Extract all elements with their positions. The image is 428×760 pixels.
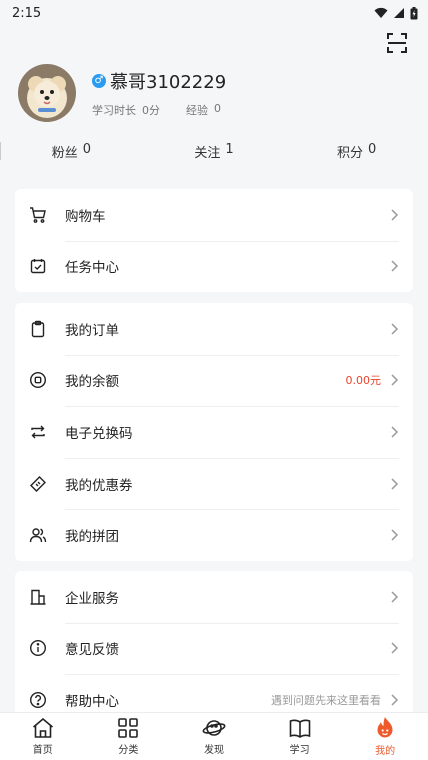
stats-bar: 粉丝 0 关注 1 积分 0 [0, 138, 428, 164]
exp-label: 经验 [186, 104, 208, 117]
scan-icon [387, 33, 407, 53]
menu-item-label: 意见反馈 [65, 642, 119, 659]
tab-label: 发现 [203, 745, 224, 756]
stat-fans[interactable]: 粉丝 0 [0, 142, 143, 161]
tab-discover[interactable]: 发现 [171, 713, 257, 760]
menu-item-label: 我的优惠券 [65, 477, 133, 494]
home-icon [32, 717, 53, 738]
profile-header[interactable]: ♂ 慕哥3102229 学习时长 0分 经验 0 [18, 64, 226, 122]
menu-item-task-center[interactable]: 任务中心 [15, 240, 413, 293]
menu-item-orders[interactable]: 我的订单 [15, 303, 413, 355]
stat-value: 0 [82, 141, 91, 157]
stat-label: 关注 [194, 145, 221, 161]
menu-item-label: 任务中心 [65, 260, 119, 277]
menu-item-help-center[interactable]: 帮助中心 遇到问题先来这里看看 [15, 674, 413, 712]
scan-button[interactable] [386, 32, 408, 54]
chevron-right-icon [391, 426, 399, 438]
balance-amount: 0.00元 [345, 374, 382, 388]
stat-label: 粉丝 [51, 145, 78, 161]
status-time: 2:15 [12, 5, 42, 21]
status-bar: 2:15 [0, 0, 428, 26]
cart-icon [30, 207, 46, 223]
calendar-check-icon [30, 259, 46, 274]
menu-item-label: 企业服务 [65, 590, 119, 607]
menu-item-redeem-code[interactable]: 电子兑换码 [15, 406, 413, 458]
tab-label: 我的 [375, 746, 396, 757]
menu-card-3: 企业服务 意见反馈 帮助中心 遇到问题先来这里看看 [15, 571, 413, 712]
menu-item-label: 我的拼团 [65, 529, 119, 546]
tab-home[interactable]: 首页 [0, 713, 86, 760]
menu-item-label: 购物车 [65, 208, 106, 225]
stat-value: 1 [225, 141, 234, 157]
chevron-right-icon [391, 478, 399, 490]
tab-study[interactable]: 学习 [257, 713, 343, 760]
menu-item-enterprise[interactable]: 企业服务 [15, 571, 413, 623]
help-hint: 遇到问题先来这里看看 [271, 693, 381, 707]
help-icon [29, 691, 47, 708]
username: 慕哥3102229 [110, 72, 227, 93]
exchange-icon [31, 425, 45, 439]
chevron-right-icon [391, 260, 399, 272]
menu-item-label: 电子兑换码 [65, 425, 133, 442]
stat-label: 积分 [337, 145, 364, 161]
book-icon [289, 719, 310, 738]
wifi-icon [374, 7, 388, 18]
grid-icon [118, 718, 139, 738]
building-icon [30, 589, 46, 605]
tab-label: 首页 [32, 745, 53, 756]
menu-item-balance[interactable]: 我的余额 0.00元 [15, 354, 413, 407]
chevron-right-icon [391, 374, 399, 386]
tab-label: 学习 [289, 745, 310, 756]
coin-icon [29, 372, 47, 389]
menu-item-group-buy[interactable]: 我的拼团 [15, 509, 413, 561]
chevron-right-icon [391, 323, 399, 335]
tab-label: 分类 [118, 745, 139, 756]
chevron-right-icon [391, 209, 399, 221]
tab-mine[interactable]: 我的 [342, 713, 428, 760]
menu-card-2: 我的订单 我的余额 0.00元 电子兑换码 我的优惠券 我的拼团 [15, 303, 413, 561]
avatar[interactable] [18, 64, 76, 122]
study-time-label: 学习时长 [92, 104, 136, 117]
chevron-right-icon [391, 694, 399, 706]
ticket-icon [30, 475, 46, 492]
battery-icon [410, 6, 418, 19]
menu-item-label: 我的余额 [65, 374, 119, 391]
planet-icon [202, 720, 226, 736]
chevron-right-icon [391, 642, 399, 654]
menu-item-coupons[interactable]: 我的优惠券 [15, 457, 413, 510]
bottom-tab-bar: 首页 分类 发现 学习 我的 [0, 712, 428, 760]
chevron-right-icon [391, 591, 399, 603]
info-icon [29, 640, 47, 657]
stat-value: 0 [368, 141, 377, 157]
chevron-right-icon [391, 529, 399, 541]
menu-item-label: 帮助中心 [65, 693, 119, 710]
stat-points[interactable]: 积分 0 [285, 142, 428, 161]
menu-item-feedback[interactable]: 意见反馈 [15, 622, 413, 675]
tab-category[interactable]: 分类 [86, 713, 172, 760]
stats-divider [0, 142, 1, 160]
male-icon: ♂ [92, 74, 106, 88]
status-icons [374, 6, 418, 20]
clipboard-icon [31, 320, 45, 337]
menu-card-1: 购物车 任务中心 [15, 189, 413, 293]
group-icon [29, 528, 47, 543]
flame-icon [377, 717, 393, 738]
study-time-value: 0分 [142, 104, 160, 117]
signal-icon [394, 8, 404, 18]
avatar-dog-image [18, 64, 76, 122]
stat-following[interactable]: 关注 1 [143, 142, 286, 161]
menu-item-cart[interactable]: 购物车 [15, 189, 413, 241]
exp-value: 0 [214, 102, 221, 115]
menu-item-label: 我的订单 [65, 322, 119, 339]
